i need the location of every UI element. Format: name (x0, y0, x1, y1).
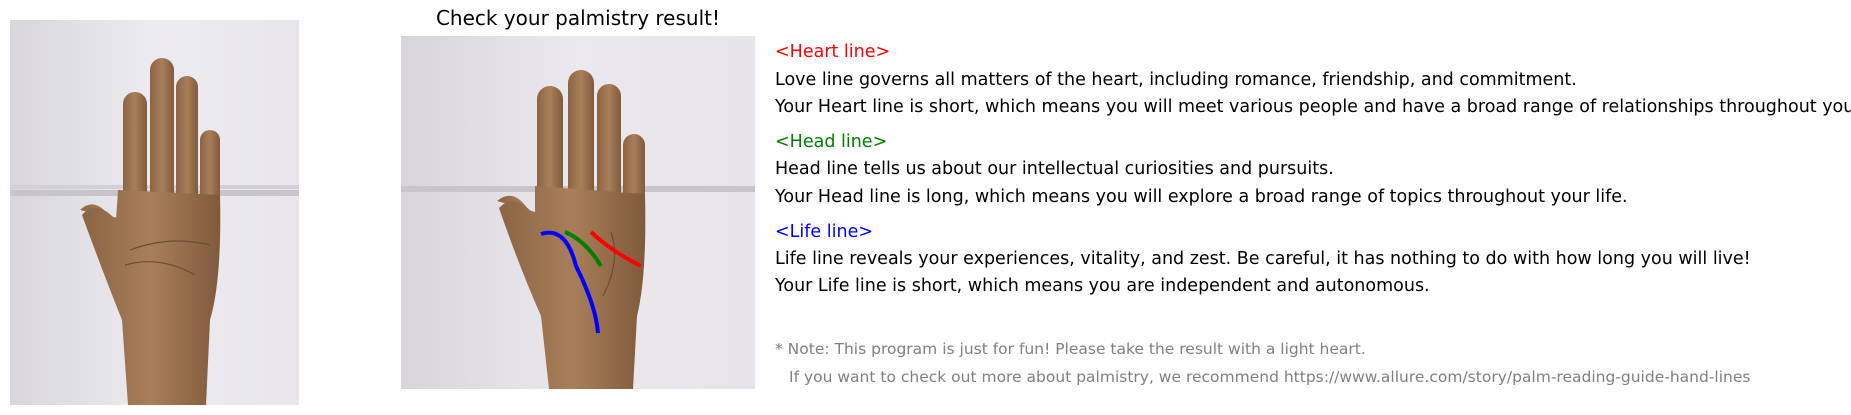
heart-line-description: Love line governs all matters of the hea… (775, 70, 1577, 90)
note-disclaimer: * Note: This program is just for fun! Pl… (775, 340, 1366, 358)
result-palm-photo (401, 36, 755, 389)
head-line-description: Head line tells us about our intellectua… (775, 159, 1334, 179)
heart-line-header: <Heart line> (775, 42, 891, 62)
head-line-header: <Head line> (775, 132, 888, 152)
original-palm-photo (10, 20, 299, 405)
life-line-result: Your Life line is short, which means you… (775, 276, 1430, 296)
result-title: Check your palmistry result! (435, 6, 721, 30)
result-palm-graphic (401, 36, 755, 389)
life-line-description: Life line reveals your experiences, vita… (775, 249, 1751, 269)
palm-photo-graphic (10, 20, 299, 405)
note-recommendation: If you want to check out more about palm… (789, 368, 1751, 386)
head-line-result: Your Head line is long, which means you … (775, 187, 1628, 207)
heart-line-result: Your Heart line is short, which means yo… (775, 97, 1851, 117)
life-line-header: <Life line> (775, 222, 874, 242)
